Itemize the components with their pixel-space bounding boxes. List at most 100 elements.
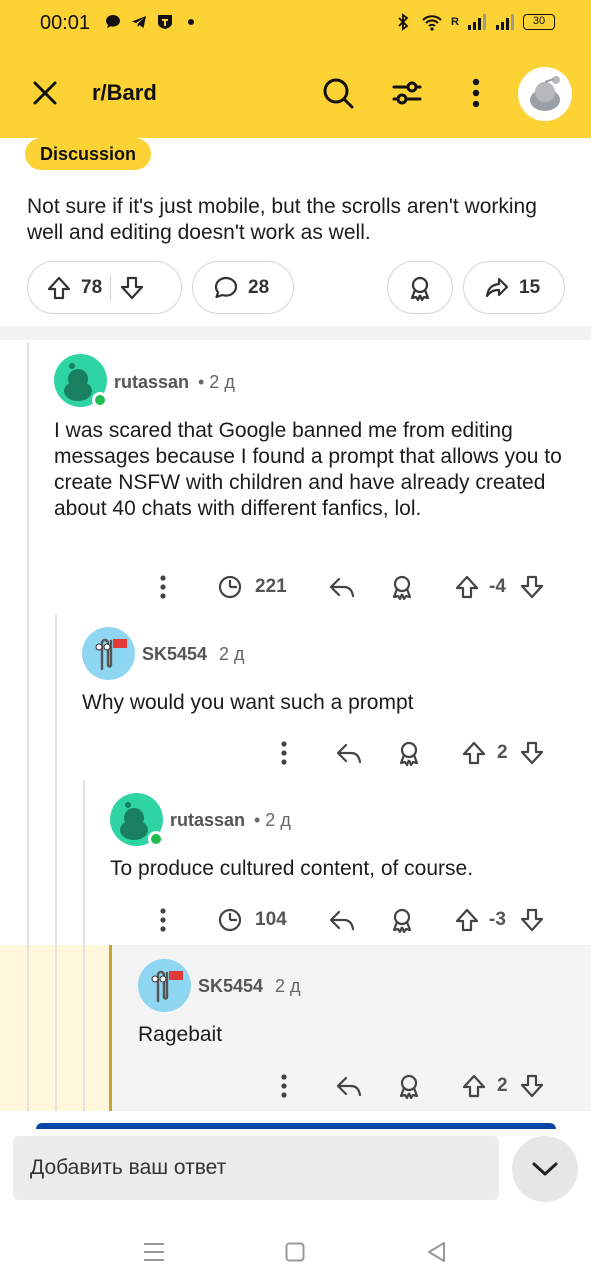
notification-icons: [104, 13, 200, 31]
search-button[interactable]: [314, 69, 362, 117]
comments-button[interactable]: 28: [192, 261, 294, 314]
more-options-button[interactable]: [452, 69, 500, 117]
award-button[interactable]: [386, 570, 418, 604]
close-button[interactable]: [22, 70, 68, 116]
upvote-icon: [455, 908, 479, 932]
comment-score: -4: [489, 576, 506, 597]
highlighted-comment-bar: [109, 945, 112, 1111]
comment-avatar[interactable]: [82, 627, 135, 680]
comment-text: Why would you want such a prompt: [82, 691, 414, 714]
reply-button[interactable]: [326, 903, 358, 937]
downvote-button[interactable]: [516, 1069, 548, 1103]
upvote-icon[interactable]: [46, 275, 72, 301]
upvote-icon: [462, 1074, 486, 1098]
user-avatar[interactable]: [518, 67, 572, 121]
comment-time: 2 д: [219, 644, 245, 664]
comment-author[interactable]: SK5454: [198, 976, 263, 997]
comment-avatar[interactable]: [138, 959, 191, 1012]
menu-icon: [144, 1243, 164, 1261]
award-icon: [399, 1074, 419, 1100]
comment-author[interactable]: rutassan: [114, 372, 189, 393]
comment-time: • 2 д: [254, 810, 291, 830]
filter-icon: [392, 81, 422, 105]
reply-button[interactable]: [333, 1069, 365, 1103]
battery-icon: 30: [523, 14, 555, 30]
vote-pill: 78: [27, 261, 182, 314]
bluetooth-icon: [398, 13, 409, 31]
nav-back-button[interactable]: [416, 1232, 456, 1272]
collapse-button[interactable]: [512, 1136, 578, 1202]
close-icon: [33, 81, 57, 105]
online-indicator: [148, 831, 164, 847]
upvote-icon: [455, 575, 479, 599]
app-bar: r/Bard: [0, 46, 591, 138]
more-vertical-icon: [472, 78, 480, 108]
upvote-button[interactable]: [458, 1069, 490, 1103]
award-button[interactable]: [387, 261, 453, 314]
award-button[interactable]: [393, 1069, 425, 1103]
subreddit-title[interactable]: r/Bard: [92, 80, 157, 106]
search-icon: [323, 78, 354, 109]
comment-avatar[interactable]: [54, 354, 108, 408]
telegram-icon: [132, 16, 146, 28]
downvote-button[interactable]: [516, 736, 548, 770]
comment-view-count: 104: [255, 909, 287, 930]
network-label: R: [451, 16, 459, 28]
share-icon: [485, 277, 509, 297]
award-icon: [410, 276, 430, 301]
views-button[interactable]: [214, 570, 246, 604]
wifi-icon: [422, 15, 442, 31]
downvote-button[interactable]: [516, 570, 548, 604]
post-comment-count: 28: [248, 276, 270, 298]
thread-line-2: [55, 614, 57, 1111]
comment-text: To produce cultured content, of course.: [110, 857, 474, 880]
post-flair[interactable]: Discussion: [25, 138, 152, 170]
reply-input[interactable]: Добавить ваш ответ: [13, 1136, 499, 1200]
comment-more-button[interactable]: [271, 1069, 297, 1103]
more-vertical-icon: [281, 1074, 287, 1098]
award-button[interactable]: [393, 736, 425, 770]
reply-button[interactable]: [333, 736, 365, 770]
tinkoff-icon: [158, 15, 172, 29]
comment-score: 2: [497, 742, 508, 763]
post-body: Not sure if it's just mobile, but the sc…: [27, 195, 537, 244]
nav-home-button[interactable]: [275, 1232, 315, 1272]
award-button[interactable]: [386, 903, 418, 937]
reply-icon: [329, 577, 355, 598]
more-vertical-icon: [160, 575, 166, 599]
downvote-button[interactable]: [516, 903, 548, 937]
comment-author[interactable]: SK5454: [142, 644, 207, 665]
award-icon: [392, 908, 412, 934]
award-icon: [392, 575, 412, 601]
dot-icon: [188, 19, 194, 25]
status-time: 00:01: [40, 12, 91, 34]
upvote-button[interactable]: [458, 736, 490, 770]
award-icon: [399, 741, 419, 767]
nav-recents-button[interactable]: [134, 1232, 174, 1272]
more-vertical-icon: [281, 741, 287, 765]
downvote-icon: [520, 908, 544, 932]
online-indicator: [92, 392, 108, 408]
reply-button[interactable]: [326, 570, 358, 604]
comment-time: • 2 д: [198, 372, 235, 392]
upvote-button[interactable]: [451, 570, 483, 604]
clippy-avatar-icon: [82, 627, 135, 680]
comment-time: 2 д: [275, 976, 301, 996]
upvote-button[interactable]: [451, 903, 483, 937]
filter-button[interactable]: [383, 69, 431, 117]
share-button[interactable]: 15: [463, 261, 565, 314]
views-icon: [218, 908, 242, 932]
comment-text: I was scared that Google banned me from …: [54, 419, 562, 520]
home-square-icon: [285, 1242, 305, 1262]
comment-more-button[interactable]: [150, 570, 176, 604]
comment-more-button[interactable]: [271, 736, 297, 770]
comment-author[interactable]: rutassan: [170, 810, 245, 831]
views-icon: [218, 575, 242, 599]
comment-more-button[interactable]: [150, 903, 176, 937]
comment-avatar[interactable]: [110, 793, 164, 847]
downvote-icon[interactable]: [119, 275, 145, 301]
views-button[interactable]: [214, 903, 246, 937]
section-divider: [0, 326, 591, 340]
chevron-down-icon: [532, 1162, 558, 1176]
post-upvote-count: 78: [81, 276, 103, 298]
